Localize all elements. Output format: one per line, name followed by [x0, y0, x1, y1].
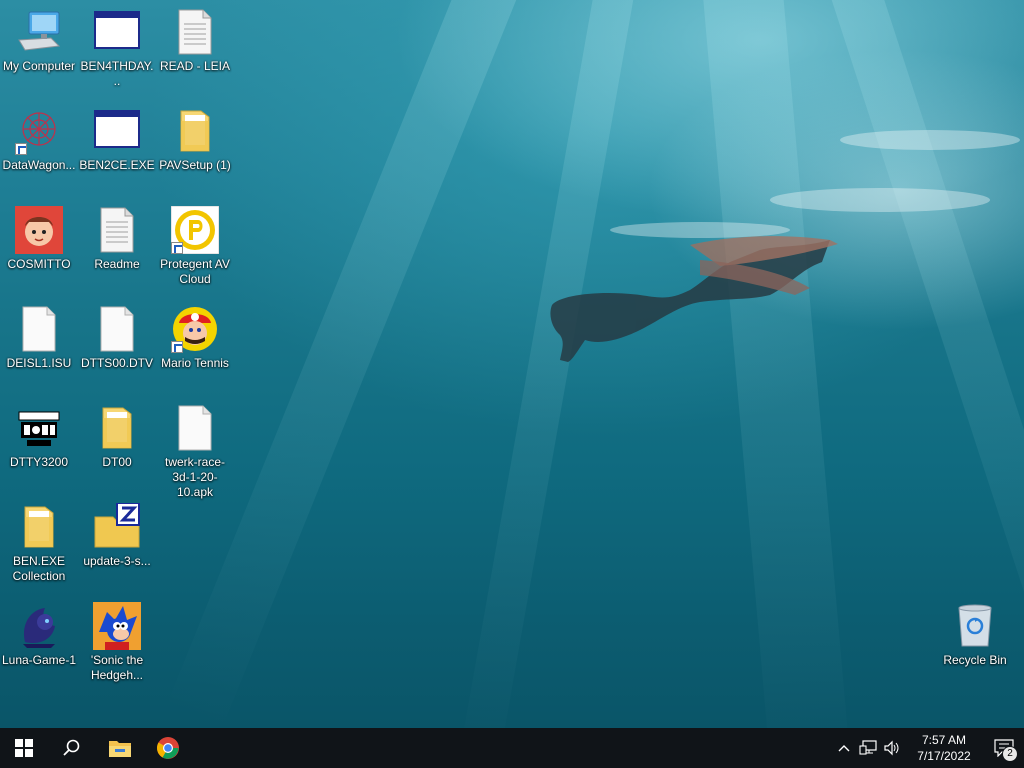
clock-time: 7:57 AM: [921, 733, 967, 747]
file-explorer-button[interactable]: [96, 728, 144, 768]
folder-icon: [93, 404, 141, 452]
start-button[interactable]: [0, 728, 48, 768]
desktop-icon-dtty3200[interactable]: DTTY3200: [0, 404, 78, 470]
desktop-icon-twerk-race-apk[interactable]: twerk-race-3d-1-20-10.apk: [156, 404, 234, 500]
desktop-icon-dt00[interactable]: DT00: [78, 404, 156, 470]
zip-folder-icon: [93, 502, 141, 551]
desktop-icon-ben-exe-collection[interactable]: BEN.EXE Collection: [0, 503, 78, 584]
shortcut-arrow-icon: [15, 143, 27, 155]
computer-icon: [15, 8, 63, 56]
desktop-icon-sonic[interactable]: 'Sonic the Hedgeh...: [78, 602, 156, 683]
desktop-icon-ben4thday[interactable]: BEN4THDAY...: [78, 8, 156, 89]
mario-icon: [171, 305, 219, 353]
cosmitto-avatar-icon: [15, 206, 63, 254]
luna-icon: [15, 602, 63, 650]
chrome-icon: [157, 737, 179, 759]
desktop-icon-cosmitto[interactable]: COSMITTO: [0, 206, 78, 272]
clock[interactable]: 7:57 AM 7/17/2022: [904, 732, 984, 764]
chevron-up-icon: [838, 745, 850, 752]
desktop-icon-pavsetup[interactable]: PAVSetup (1): [156, 107, 234, 173]
volume-button[interactable]: [880, 728, 904, 768]
desktop-icon-ben2ce[interactable]: BEN2CE.EXE: [78, 107, 156, 173]
datawagon-icon: [15, 107, 63, 155]
desktop-icon-deisl1[interactable]: DEISL1.ISU: [0, 305, 78, 371]
show-hidden-icons-button[interactable]: [832, 728, 856, 768]
speaker-icon: [884, 740, 899, 756]
desktop-icon-readme[interactable]: Readme: [78, 206, 156, 272]
desktop-icon-protegent[interactable]: Protegent AV Cloud: [156, 205, 234, 287]
desktop-icon-luna-game[interactable]: Luna-Game-1: [0, 602, 78, 668]
desktop-icon-my-computer[interactable]: My Computer: [0, 8, 78, 74]
action-center-button[interactable]: 2: [984, 728, 1024, 768]
sonic-icon: [93, 602, 141, 650]
taskbar: 7:57 AM 7/17/2022 2: [0, 728, 1024, 768]
network-button[interactable]: [856, 728, 880, 768]
window-app-icon: [93, 8, 141, 56]
search-icon: [63, 739, 80, 756]
desktop-icon-read-leia[interactable]: READ - LEIA: [156, 8, 234, 74]
folder-icon: [171, 107, 219, 155]
desktop-toys-icon: [15, 404, 63, 452]
blank-file-icon: [15, 305, 63, 353]
recycle-bin-icon: [951, 602, 999, 650]
folder-icon: [15, 503, 63, 551]
notification-count-badge: 2: [1002, 746, 1018, 762]
file-explorer-icon: [109, 741, 131, 757]
desktop-icon-dtts00[interactable]: DTTS00.DTV: [78, 305, 156, 371]
system-tray: 7:57 AM 7/17/2022 2: [832, 728, 1024, 768]
shortcut-arrow-icon: [171, 242, 183, 254]
desktop-icon-datawagon[interactable]: DataWagon...: [0, 107, 78, 173]
desktop-icon-mario-tennis[interactable]: Mario Tennis: [156, 305, 234, 371]
search-button[interactable]: [48, 728, 96, 768]
blank-file-icon: [93, 305, 141, 353]
desktop-icon-update-zip[interactable]: update-3-s...: [78, 502, 156, 569]
text-file-icon: [171, 8, 219, 56]
window-app-icon: [93, 107, 141, 155]
chrome-button[interactable]: [144, 728, 192, 768]
blank-file-icon: [171, 404, 219, 452]
windows-logo-icon: [15, 739, 33, 757]
text-file-icon: [93, 206, 141, 254]
protegent-icon: [170, 205, 220, 255]
desktop-icon-recycle-bin[interactable]: Recycle Bin: [936, 602, 1014, 668]
clock-date: 7/17/2022: [917, 749, 971, 763]
shortcut-arrow-icon: [171, 341, 183, 353]
network-icon: [859, 740, 877, 755]
